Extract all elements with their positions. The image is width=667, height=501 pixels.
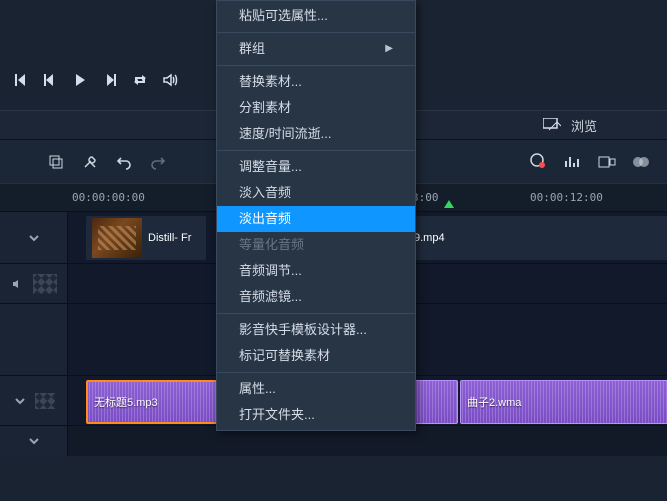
menu-normalize-audio: 等量化音频 [217, 232, 415, 258]
audio-clip-label: 曲子2.wma [467, 394, 521, 410]
chevron-down-icon [27, 434, 41, 448]
video-thumbnail [92, 218, 142, 258]
menu-replace-clip[interactable]: 替换素材... [217, 69, 415, 95]
video-clip[interactable]: 9.mp4 [408, 216, 667, 260]
record-icon[interactable] [525, 148, 553, 176]
menu-fade-in-audio[interactable]: 淡入音频 [217, 180, 415, 206]
menu-properties[interactable]: 属性... [217, 376, 415, 402]
browse-icon[interactable] [543, 118, 561, 132]
menu-split-clip[interactable]: 分割素材 [217, 95, 415, 121]
context-menu: 粘贴可选属性... 群组▶ 替换素材... 分割素材 速度/时间流逝... 调整… [216, 0, 416, 431]
chevron-down-icon [27, 231, 41, 245]
marker-icon[interactable] [444, 200, 454, 208]
overlay-track-head[interactable] [0, 264, 68, 303]
chapter-icon[interactable] [593, 148, 621, 176]
video-clip-label: Distill- Fr [148, 232, 191, 244]
submenu-arrow-icon: ▶ [385, 36, 393, 62]
timecode-2: 00:00:12:00 [530, 191, 603, 204]
copy-icon[interactable] [42, 148, 70, 176]
visibility-toggle[interactable] [33, 274, 57, 294]
loop-icon[interactable] [132, 72, 148, 88]
tools-icon[interactable] [76, 148, 104, 176]
menu-template-designer[interactable]: 影音快手模板设计器... [217, 317, 415, 343]
speaker-icon [11, 277, 25, 291]
audio-track-head[interactable] [0, 376, 68, 425]
goto-start-icon[interactable] [12, 72, 28, 88]
menu-adjust-volume[interactable]: 调整音量... [217, 154, 415, 180]
chevron-down-icon [13, 394, 27, 408]
menu-audio-adjust[interactable]: 音频调节... [217, 258, 415, 284]
next-frame-icon[interactable] [102, 72, 118, 88]
redo-icon[interactable] [144, 148, 172, 176]
menu-paste-attributes[interactable]: 粘贴可选属性... [217, 3, 415, 29]
visibility-toggle[interactable] [35, 393, 55, 409]
play-icon[interactable] [72, 72, 88, 88]
video-clip-label: 9.mp4 [414, 232, 445, 244]
menu-audio-filter[interactable]: 音频滤镜... [217, 284, 415, 310]
volume-icon[interactable] [162, 72, 178, 88]
menu-mark-replaceable[interactable]: 标记可替换素材 [217, 343, 415, 369]
menu-speed-time[interactable]: 速度/时间流逝... [217, 121, 415, 147]
audio-clip[interactable]: 曲子2.wma [460, 380, 667, 424]
overlay-icon[interactable] [627, 148, 655, 176]
undo-icon[interactable] [110, 148, 138, 176]
video-track-head[interactable] [0, 212, 68, 263]
timecode-0: 00:00:00:00 [72, 191, 145, 204]
prev-frame-icon[interactable] [42, 72, 58, 88]
mixer-icon[interactable] [559, 148, 587, 176]
menu-open-folder[interactable]: 打开文件夹... [217, 402, 415, 428]
menu-fade-out-audio[interactable]: 淡出音频 [217, 206, 415, 232]
browse-label[interactable]: 浏览 [571, 116, 597, 135]
menu-group[interactable]: 群组▶ [217, 36, 415, 62]
audio-clip-label: 无标题5.mp3 [94, 394, 158, 410]
video-clip[interactable]: Distill- Fr [86, 216, 206, 260]
